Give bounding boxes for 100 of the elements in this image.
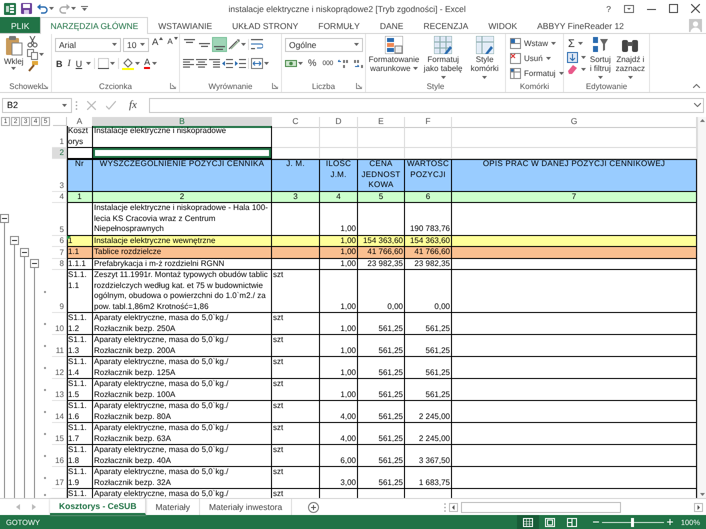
caret-icon[interactable] [135, 62, 140, 65]
copy-icon[interactable] [26, 49, 38, 60]
file-tab[interactable]: PLIK [0, 17, 40, 33]
dialog-launcher-icon[interactable] [42, 83, 48, 89]
currency-icon[interactable] [285, 58, 297, 69]
zoom-out-icon[interactable] [592, 519, 599, 525]
row-header[interactable]: 16 [52, 445, 67, 467]
format-painter-icon[interactable] [26, 61, 38, 72]
ribbon-display-icon[interactable] [624, 4, 634, 12]
horizontal-scrollbar[interactable] [444, 499, 706, 515]
delete-cells-button[interactable]: Usuń [509, 52, 565, 66]
align-bottom-button[interactable] [213, 38, 226, 51]
column-header[interactable]: E [358, 117, 405, 128]
ribbon-tab[interactable]: WSTAWIANIE [148, 17, 222, 33]
decrease-indent-icon[interactable] [222, 59, 233, 68]
selected-cell[interactable] [93, 148, 272, 159]
column-header[interactable]: B [93, 117, 272, 128]
row-header[interactable]: 13 [52, 379, 67, 401]
caret-icon[interactable] [86, 62, 92, 65]
bold-button[interactable]: B [55, 56, 64, 71]
ribbon-tab[interactable]: RECENZJA [413, 17, 478, 33]
insert-function-button[interactable]: fx [126, 99, 140, 111]
scroll-left-icon[interactable] [449, 502, 458, 512]
row-header[interactable]: 4 [52, 192, 67, 203]
italic-button[interactable]: I [66, 56, 72, 71]
help-button[interactable]: ? [606, 4, 611, 14]
sort-filter-button[interactable]: Sortuj i filtruj [588, 36, 613, 80]
caret-icon[interactable] [298, 62, 303, 65]
row-header[interactable]: 6 [52, 236, 67, 247]
underline-button[interactable]: U [74, 56, 84, 71]
ribbon-tab[interactable]: ABBYY FineReader 12 [527, 17, 634, 33]
align-left-icon[interactable] [183, 59, 194, 68]
ribbon-tab[interactable]: FORMUŁY [308, 17, 370, 33]
column-header[interactable]: G [452, 117, 697, 128]
caret-icon[interactable] [38, 53, 44, 56]
column-header[interactable]: D [320, 117, 358, 128]
align-center-icon[interactable] [196, 59, 207, 68]
autosum-button[interactable]: Σ [567, 36, 586, 51]
merge-cells-icon[interactable] [251, 58, 263, 69]
scroll-right-icon[interactable] [694, 502, 703, 512]
cell-styles-button[interactable]: Style komórki [467, 36, 502, 80]
caret-icon[interactable] [71, 7, 76, 10]
collapse-button[interactable] [20, 248, 29, 257]
ribbon-tab[interactable]: NARZĘDZIA GŁÓWNE [40, 17, 148, 34]
collapse-button[interactable] [30, 259, 39, 268]
decrease-decimal-icon[interactable] [353, 58, 364, 68]
increase-decimal-icon[interactable] [338, 58, 350, 68]
maximize-icon[interactable] [669, 4, 678, 13]
row-header[interactable]: 10 [52, 313, 67, 335]
formula-input[interactable] [148, 98, 704, 112]
row-header[interactable]: 11 [52, 335, 67, 357]
caret-icon[interactable] [700, 493, 704, 496]
caret-icon[interactable] [264, 62, 269, 65]
vertical-scrollbar[interactable] [697, 117, 706, 498]
increase-indent-icon[interactable] [235, 59, 246, 68]
caret-icon[interactable] [581, 68, 586, 70]
grow-font-button[interactable]: A [151, 37, 164, 52]
row-header[interactable]: 17 [52, 467, 67, 489]
name-box[interactable]: B2 [2, 98, 72, 112]
fill-color-icon[interactable] [122, 58, 134, 70]
format-cells-button[interactable]: Formatuj [509, 66, 565, 80]
row-header[interactable]: 9 [52, 270, 67, 313]
caret-icon[interactable] [700, 119, 704, 122]
row-header[interactable]: 5 [52, 203, 67, 236]
font-name-dropdown[interactable]: Arial [55, 38, 121, 52]
row-header[interactable]: 2 [52, 148, 67, 159]
wrap-text-icon[interactable] [251, 39, 263, 50]
caret-icon[interactable] [110, 62, 116, 65]
paste-button[interactable]: Wklej [3, 36, 25, 80]
spreadsheet-logo-icon[interactable] [4, 2, 16, 14]
zoom-in-icon[interactable] [666, 519, 673, 525]
column-header[interactable]: C [272, 117, 320, 128]
percent-button[interactable]: % [307, 56, 318, 71]
conditional-format-button[interactable]: Formatowanie warunkowe [369, 36, 419, 80]
collapse-button[interactable] [10, 236, 19, 246]
close-icon[interactable] [691, 4, 700, 13]
caret-icon[interactable] [152, 62, 158, 65]
undo-icon[interactable] [37, 4, 48, 14]
borders-icon[interactable] [98, 58, 110, 69]
shrink-font-button[interactable]: A [166, 37, 179, 52]
row-header[interactable]: 12 [52, 357, 67, 379]
row-header[interactable]: 8 [52, 258, 67, 270]
ribbon-tab[interactable]: WIDOK [478, 17, 528, 33]
number-format-dropdown[interactable]: Ogólne [285, 38, 363, 52]
ribbon-tab[interactable]: UKŁAD STRONY [222, 17, 308, 33]
zoom-slider-thumb[interactable] [631, 518, 634, 526]
clipboard-icon[interactable] [4, 36, 23, 56]
expand-icon[interactable] [694, 103, 701, 107]
insert-cells-button[interactable]: Wstaw [509, 37, 565, 51]
save-icon[interactable] [21, 3, 32, 14]
caret-icon[interactable] [241, 43, 246, 46]
font-size-dropdown[interactable]: 10 [123, 38, 149, 52]
find-select-button[interactable]: Znajdź i zaznacz [614, 36, 646, 80]
normal-view-button[interactable] [516, 515, 539, 529]
dialog-launcher-icon[interactable] [170, 83, 176, 89]
row-header[interactable]: 7 [52, 247, 67, 258]
fill-down-icon[interactable] [567, 52, 578, 63]
collapse-button[interactable] [0, 214, 9, 224]
customize-icon[interactable] [81, 6, 88, 11]
collapse-ribbon-icon[interactable] [693, 84, 700, 88]
